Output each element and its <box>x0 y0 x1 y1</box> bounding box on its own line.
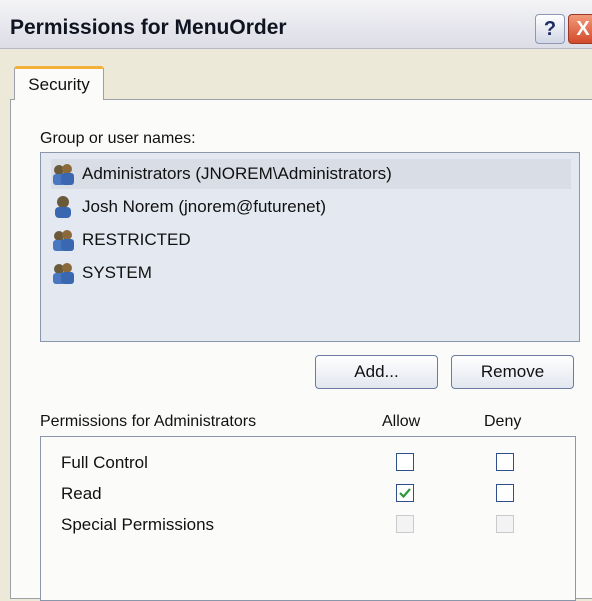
group-user-names-label: Group or user names: <box>40 130 196 147</box>
list-item-administrators[interactable]: Administrators (JNOREM\Administrators) <box>51 159 571 189</box>
user-name: RESTRICTED <box>82 230 191 249</box>
close-icon: X <box>576 17 590 40</box>
permission-full-control: Full Control <box>61 453 148 472</box>
full-control-deny-checkbox[interactable] <box>496 453 514 471</box>
close-button[interactable]: X <box>568 14 592 44</box>
window-title: Permissions for MenuOrder <box>10 16 287 39</box>
list-item-system[interactable]: SYSTEM <box>51 258 152 288</box>
title-bar: Permissions for MenuOrder ? X <box>0 0 592 49</box>
add-button[interactable]: Add... <box>315 355 438 389</box>
remove-button[interactable]: Remove <box>451 355 574 389</box>
users-list[interactable]: Administrators (JNOREM\Administrators) J… <box>40 152 580 342</box>
user-icon <box>55 196 71 218</box>
allow-column-header: Allow <box>382 413 421 430</box>
read-deny-checkbox[interactable] <box>496 484 514 502</box>
group-icon <box>53 230 74 251</box>
list-item-restricted[interactable]: RESTRICTED <box>51 225 191 255</box>
special-deny-checkbox <box>496 515 514 533</box>
user-name: Administrators (JNOREM\Administrators) <box>82 164 392 183</box>
full-control-allow-checkbox[interactable] <box>396 453 414 471</box>
list-item-josh-norem[interactable]: Josh Norem (jnorem@futurenet) <box>51 192 326 222</box>
checkmark-icon <box>399 488 411 499</box>
permissions-label: Permissions for Administrators <box>40 413 257 430</box>
tab-label: Security <box>28 74 90 94</box>
user-name: SYSTEM <box>82 263 152 282</box>
user-name: Josh Norem (jnorem@futurenet) <box>82 197 327 216</box>
permissions-list: Full Control Read Special Permissions <box>40 436 576 601</box>
special-allow-checkbox <box>396 515 414 533</box>
help-icon: ? <box>543 17 557 40</box>
tab-security[interactable]: Security <box>14 66 104 100</box>
group-icon <box>53 263 74 284</box>
group-icon <box>53 164 74 185</box>
permission-read: Read <box>61 484 102 503</box>
read-allow-checkbox[interactable] <box>396 484 414 502</box>
deny-column-header: Deny <box>484 413 522 430</box>
help-button[interactable]: ? <box>535 14 565 44</box>
permission-special: Special Permissions <box>61 515 215 534</box>
